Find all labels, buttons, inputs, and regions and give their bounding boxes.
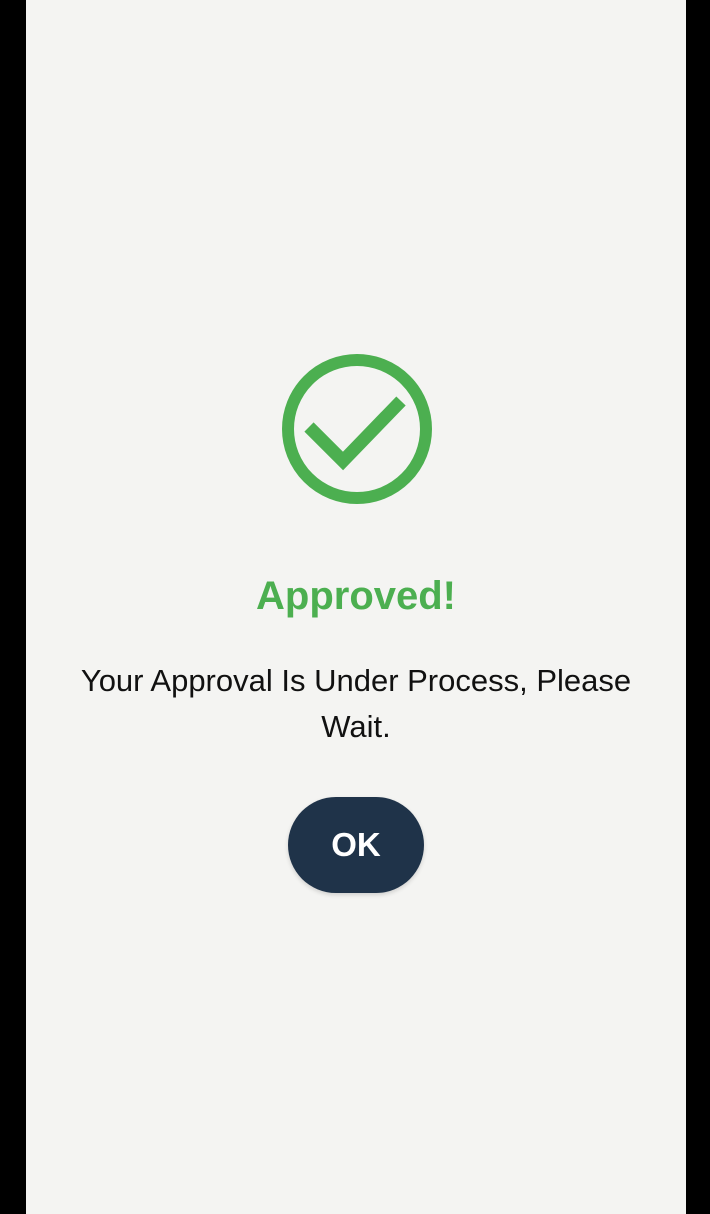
status-message: Your Approval Is Under Process, Please W… [80, 663, 632, 744]
approval-screen: Approved! Your Approval Is Under Process… [26, 0, 686, 1214]
ok-button[interactable]: OK [288, 797, 424, 893]
check-circle-icon [279, 351, 435, 507]
approved-title: Approved! [256, 574, 456, 618]
